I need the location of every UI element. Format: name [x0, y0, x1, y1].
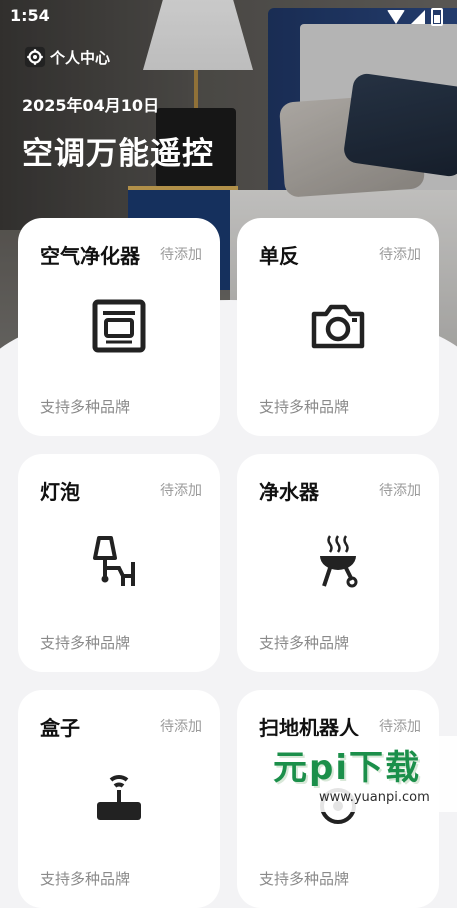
floor-lamp-icon [93, 536, 135, 586]
grill-icon [320, 535, 358, 588]
watermark: 元pi下载 www.yuanpi.com [267, 736, 457, 812]
status-icons [387, 8, 443, 26]
device-support-text: 支持多种品牌 [40, 870, 131, 888]
status-time: 1:54 [10, 6, 50, 25]
profile-center-label: 个人中心 [50, 48, 111, 67]
device-name: 灯泡 [40, 480, 80, 504]
device-card-bulb[interactable]: 灯泡 待添加 支持多种品牌 [18, 454, 220, 672]
current-date: 2025年04月10日 [22, 96, 160, 115]
profile-center-button[interactable]: 个人中心 [24, 46, 110, 68]
device-card-air-purifier[interactable]: 空气净化器 待添加 支持多种品牌 [18, 218, 220, 436]
device-name: 盒子 [40, 716, 80, 740]
device-card-camera[interactable]: 单反 待添加 支持多种品牌 [237, 218, 439, 436]
device-name: 空气净化器 [40, 244, 140, 268]
device-support-text: 支持多种品牌 [259, 398, 350, 416]
device-status: 待添加 [160, 483, 202, 499]
camera-icon [311, 304, 365, 349]
device-status: 待添加 [379, 719, 421, 735]
signal-icon [411, 10, 425, 24]
device-support-text: 支持多种品牌 [259, 870, 350, 888]
device-status: 待添加 [160, 247, 202, 263]
wifi-icon [387, 10, 405, 24]
battery-icon [431, 8, 443, 26]
gear-icon [24, 46, 46, 68]
device-card-water-purifier[interactable]: 净水器 待添加 支持多种品牌 [237, 454, 439, 672]
device-status: 待添加 [160, 719, 202, 735]
device-support-text: 支持多种品牌 [259, 634, 350, 652]
device-name: 净水器 [259, 480, 319, 504]
device-support-text: 支持多种品牌 [40, 634, 131, 652]
page-title: 空调万能遥控 [22, 136, 214, 172]
watermark-brand: 元pi下载 [273, 748, 421, 788]
device-status: 待添加 [379, 247, 421, 263]
device-support-text: 支持多种品牌 [40, 398, 131, 416]
router-icon [97, 775, 141, 820]
oven-icon [92, 299, 146, 353]
status-bar: 1:54 [0, 0, 457, 32]
watermark-url: www.yuanpi.com [319, 790, 430, 805]
device-name: 单反 [259, 244, 299, 268]
device-card-box[interactable]: 盒子 待添加 支持多种品牌 [18, 690, 220, 908]
device-status: 待添加 [379, 483, 421, 499]
